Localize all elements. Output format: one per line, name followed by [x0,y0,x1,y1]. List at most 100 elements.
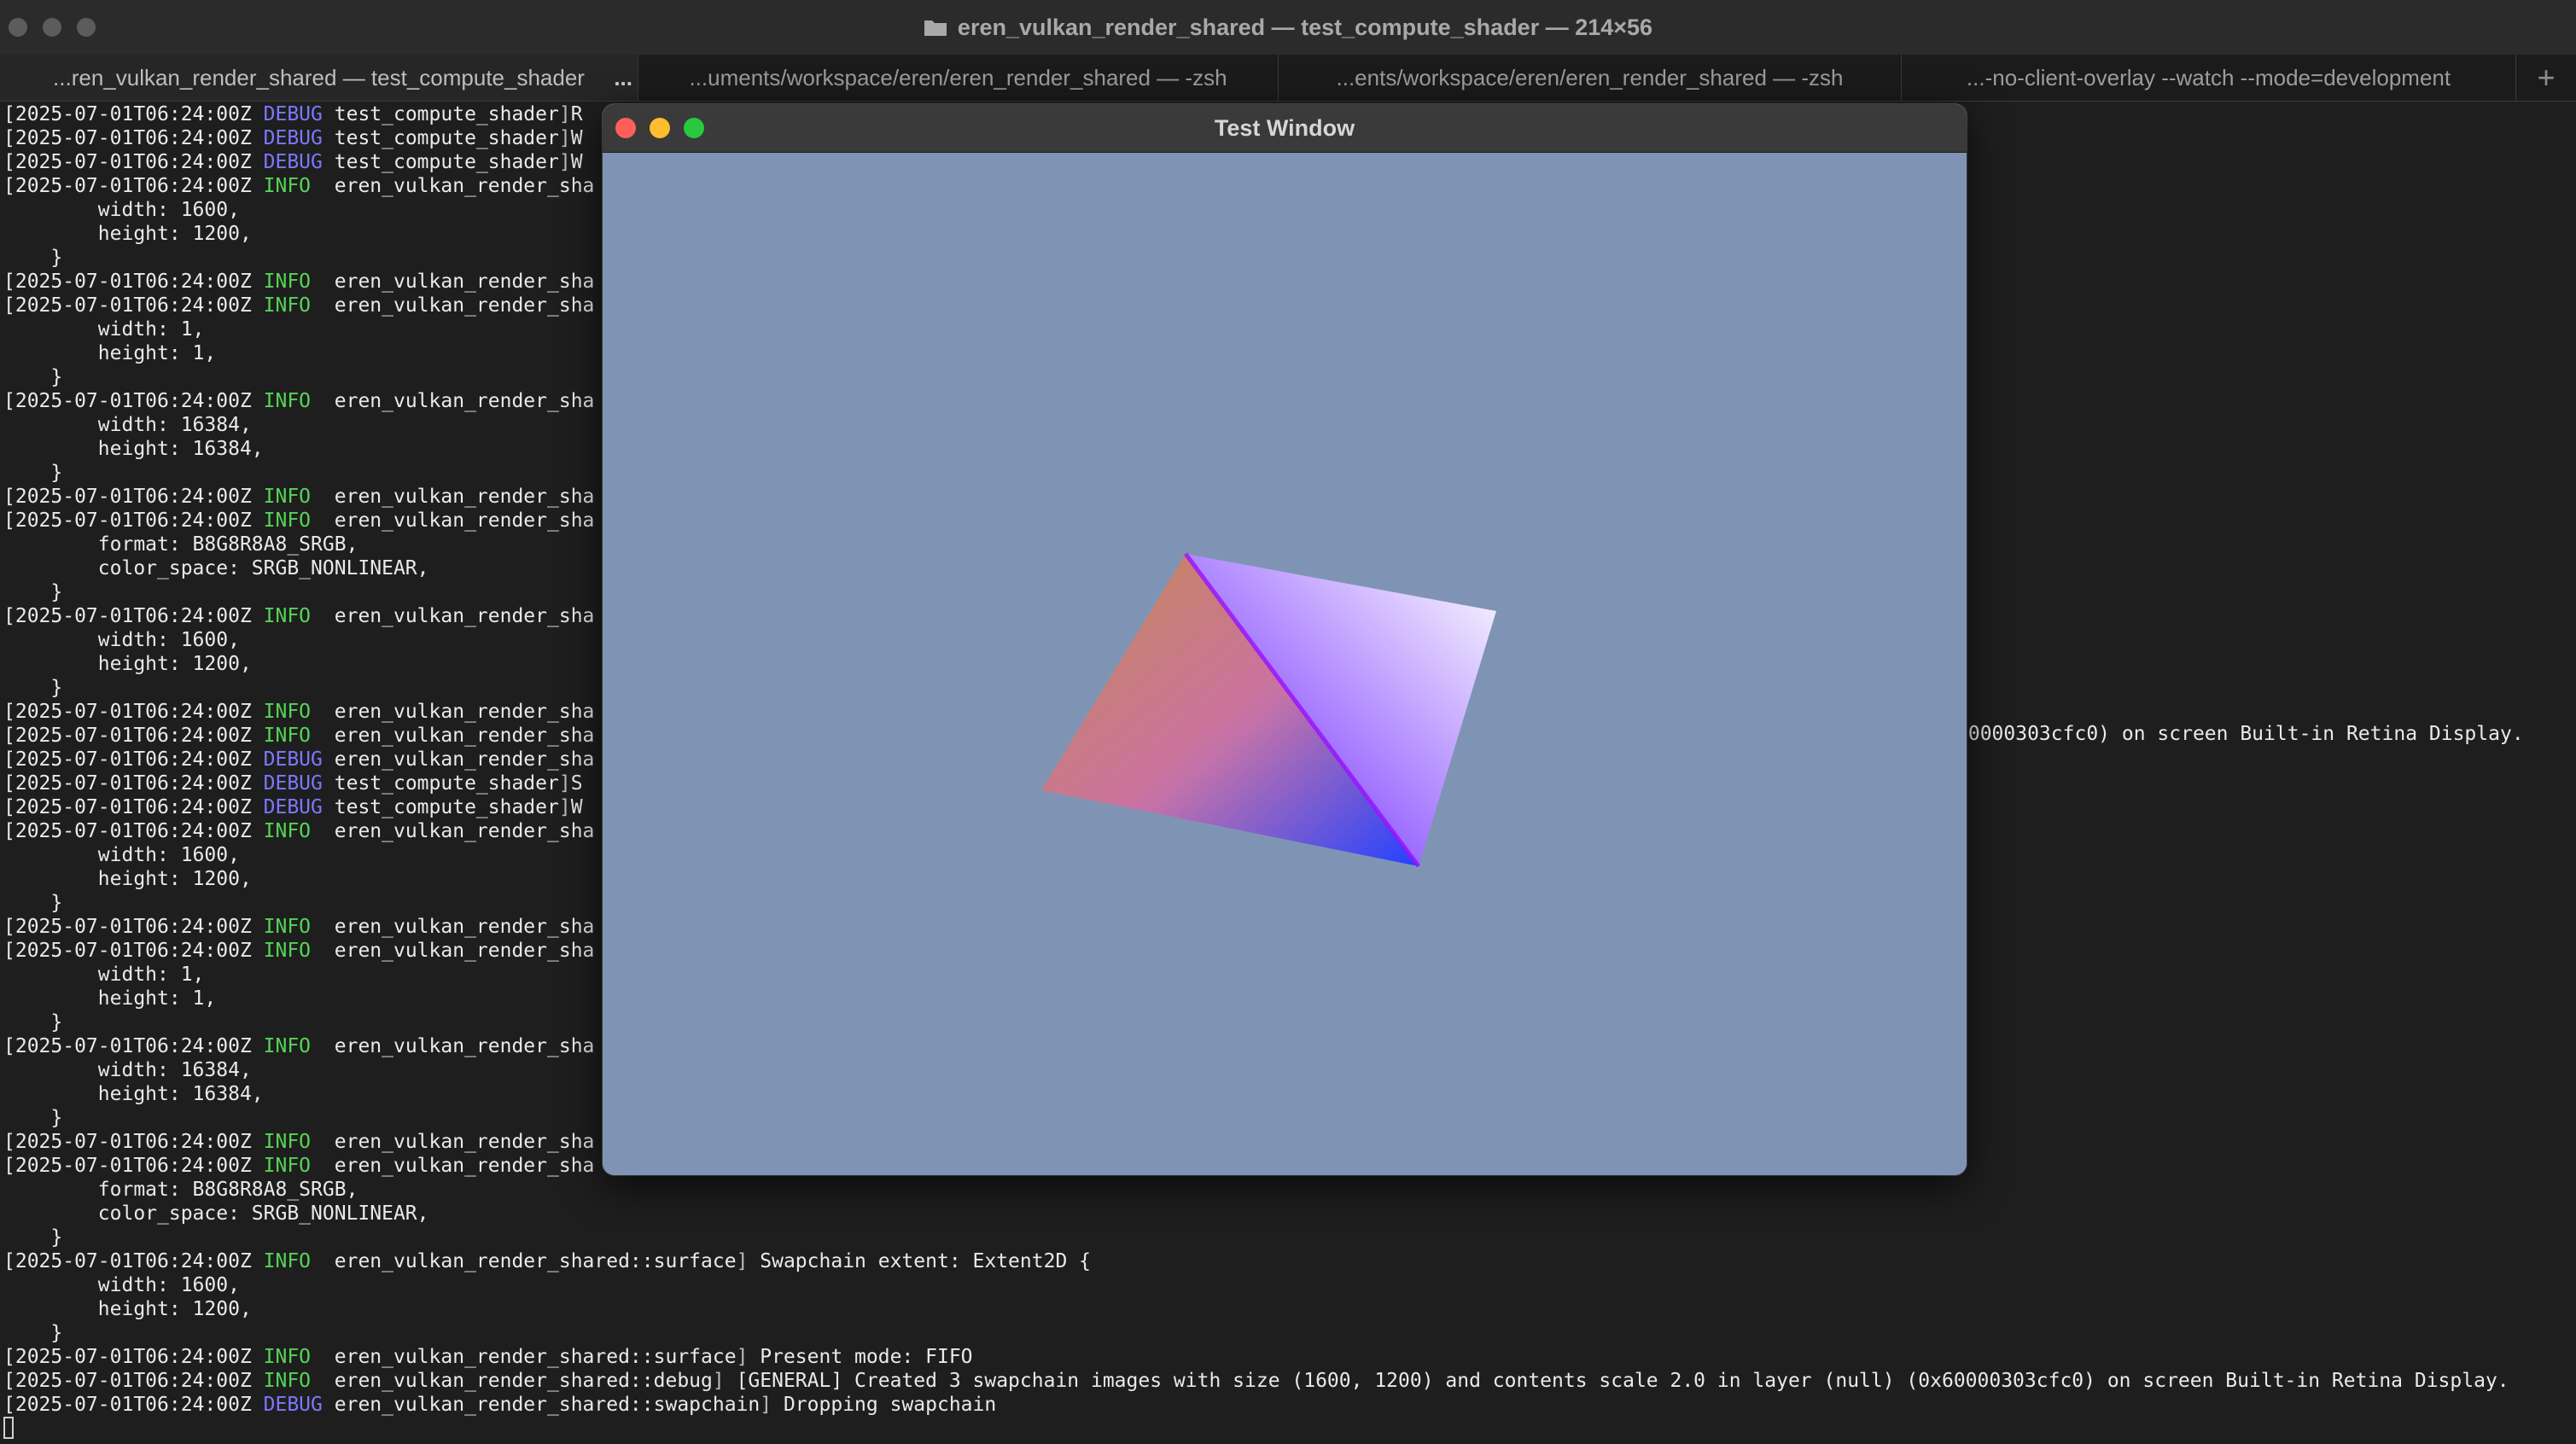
log-level: INFO [263,820,323,842]
log-line: [2025-07-01T06:24:00Z INFO eren_vulkan_r… [3,509,594,533]
tab-zsh-2[interactable]: ...ents/workspace/eren/eren_render_share… [1279,55,1902,101]
log-module: test_compute_shader [334,772,559,795]
log-timestamp: [2025-07-01T06:24:00Z [3,103,264,125]
test-window-zoom-button[interactable] [684,118,704,138]
tab-label: ...ents/workspace/eren/eren_render_share… [1336,64,1844,90]
tab-dev-watch[interactable]: ...-no-client-overlay --watch --mode=dev… [1902,55,2516,101]
log-line: height: 16384, [3,437,264,461]
log-module: test_compute_shader [334,796,559,818]
log-message: Swapchain extent: Extent2D { [748,1250,1091,1272]
log-line: [2025-07-01T06:24:00Z INFO eren_vulkan_r… [3,294,594,317]
log-line: [2025-07-01T06:24:00Z INFO eren_vulkan_r… [3,1034,594,1058]
log-module: eren_vulkan_render_shared::swapchain [334,1394,761,1416]
log-line: width: 1600, [3,628,240,652]
log-level: INFO [263,1155,323,1177]
log-message: [GENERAL] Created 3 swapchain images wit… [724,1370,2509,1392]
tab-zsh-1[interactable]: ...uments/workspace/eren/eren_render_sha… [638,55,1279,101]
log-module: eren_vulkan_render_sha [334,271,595,293]
log-message: Dropping swapchain [772,1394,997,1416]
log-line-overflow: 60000303cfc0) on screen Built-in Retina … [1956,723,2524,745]
log-line: height: 1200, [3,222,252,246]
tab-test-compute-shader[interactable]: ...ren_vulkan_render_shared — test_compu… [0,55,638,101]
log-line: } [3,676,62,700]
render-viewport[interactable] [603,153,1967,1175]
log-level: INFO [263,940,323,962]
log-line: width: 1600, [3,1273,240,1297]
log-message: W [570,127,583,149]
log-line: } [3,246,62,270]
log-line-text: } [3,1322,63,1344]
log-line: } [3,1321,62,1345]
log-timestamp: [2025-07-01T06:24:00Z [3,294,264,317]
log-line: [2025-07-01T06:24:00Z INFO eren_vulkan_r… [3,270,594,294]
log-line: height: 1200, [3,867,252,891]
log-line-text: } [3,581,63,603]
log-line: color_space: SRGB_NONLINEAR, [3,1202,429,1226]
log-line: height: 1, [3,341,216,365]
log-line-text: width: 16384, [3,414,252,436]
log-line: [2025-07-01T06:24:00Z DEBUG test_compute… [3,103,583,125]
terminal-minimize-button[interactable] [43,18,61,37]
log-line-text: } [3,366,63,388]
log-module: eren_vulkan_render_sha [334,509,595,532]
log-module: eren_vulkan_render_sha [334,940,595,962]
log-timestamp: [2025-07-01T06:24:00Z [3,916,264,938]
log-level: INFO [263,486,323,508]
log-timestamp: [2025-07-01T06:24:00Z [3,940,264,962]
tab-label: ...uments/workspace/eren/eren_render_sha… [689,64,1227,90]
log-level: INFO [263,509,323,532]
log-line: [2025-07-01T06:24:00Z INFO eren_vulkan_r… [3,1346,973,1368]
log-level: INFO [263,1370,323,1392]
terminal-window-title: eren_vulkan_render_shared — test_compute… [924,15,1652,41]
log-timestamp: [2025-07-01T06:24:00Z [3,390,264,412]
terminal-zoom-button[interactable] [77,18,96,37]
log-line-text: width: 1600, [3,844,240,866]
log-line: [2025-07-01T06:24:00Z DEBUG test_compute… [3,151,583,173]
log-line: [2025-07-01T06:24:00Z DEBUG test_compute… [3,772,583,795]
log-level: INFO [263,1035,323,1057]
log-module: eren_vulkan_render_sha [334,605,595,627]
log-line: width: 1, [3,317,205,341]
log-message: W [570,151,583,173]
log-timestamp: [2025-07-01T06:24:00Z [3,772,264,795]
log-line-text: } [3,247,63,269]
log-timestamp: [2025-07-01T06:24:00Z [3,151,264,173]
log-module: eren_vulkan_render_sha [334,1035,595,1057]
tab-more-icon[interactable]: ... [614,65,632,91]
log-line: height: 1200, [3,652,252,676]
terminal-close-button[interactable] [9,18,27,37]
log-module: eren_vulkan_render_sha [334,701,595,723]
log-module: eren_vulkan_render_sha [334,294,595,317]
log-module: eren_vulkan_render_sha [334,1131,595,1153]
log-module: eren_vulkan_render_sha [334,390,595,412]
log-line: } [3,580,62,604]
log-timestamp: [2025-07-01T06:24:00Z [3,509,264,532]
log-line: [2025-07-01T06:24:00Z INFO eren_vulkan_r… [3,700,594,724]
log-line: [2025-07-01T06:24:00Z INFO eren_vulkan_r… [3,1370,2509,1392]
log-module: eren_vulkan_render_sha [334,820,595,842]
test-window-title: Test Window [1214,114,1355,141]
log-level: INFO [263,390,323,412]
log-line: [2025-07-01T06:24:00Z DEBUG test_compute… [3,796,583,818]
log-line: width: 1, [3,963,205,987]
log-module: eren_vulkan_render_sha [334,725,595,747]
log-timestamp: [2025-07-01T06:24:00Z [3,725,264,747]
log-line: [2025-07-01T06:24:00Z DEBUG test_compute… [3,127,583,149]
log-line-text: width: 1, [3,964,205,986]
log-line: } [3,1106,62,1130]
log-line-text: height: 1, [3,987,217,1010]
log-level: INFO [263,175,323,197]
log-timestamp: [2025-07-01T06:24:00Z [3,1346,264,1368]
test-window-titlebar[interactable]: Test Window [603,104,1967,153]
log-line-text: format: B8G8R8A8_SRGB, [3,1179,358,1201]
test-window-close-button[interactable] [615,118,636,138]
new-tab-button[interactable]: + [2516,55,2576,101]
test-window[interactable]: Test Window [603,104,1967,1175]
test-window-minimize-button[interactable] [650,118,670,138]
log-timestamp: [2025-07-01T06:24:00Z [3,701,264,723]
log-timestamp: [2025-07-01T06:24:00Z [3,175,264,197]
log-line: [2025-07-01T06:24:00Z INFO eren_vulkan_r… [3,939,594,963]
log-line: [2025-07-01T06:24:00Z INFO eren_vulkan_r… [3,819,594,843]
log-line: } [3,461,62,485]
log-line-text: height: 16384, [3,438,264,460]
